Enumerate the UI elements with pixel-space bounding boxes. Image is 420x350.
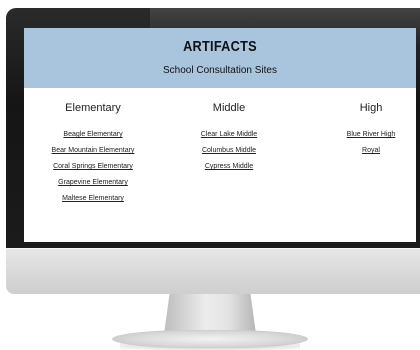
header-banner: ARTIFACTS School Consultation Sites bbox=[24, 28, 416, 88]
monitor-stand-neck bbox=[164, 294, 256, 334]
site-title: ARTIFACTS bbox=[183, 38, 257, 55]
link-list-elementary: Beagle Elementary Bear Mountain Elementa… bbox=[24, 124, 162, 204]
column-heading-middle: Middle bbox=[212, 102, 246, 114]
column-heading-elementary: Elementary bbox=[65, 102, 121, 114]
link-cypress-middle[interactable]: Cypress Middle bbox=[205, 163, 253, 170]
link-columbus-middle[interactable]: Columbus Middle bbox=[202, 147, 256, 154]
link-list-high: Blue River High Royal bbox=[326, 124, 416, 156]
screen: ARTIFACTS School Consultation Sites Elem… bbox=[24, 28, 416, 242]
monitor-chin bbox=[6, 248, 420, 294]
link-coral-springs-elementary[interactable]: Coral Springs Elementary bbox=[53, 163, 133, 170]
column-middle: Middle Clear Lake Middle Columbus Middle… bbox=[162, 101, 296, 172]
site-subtitle: School Consultation Sites bbox=[163, 65, 277, 76]
link-blue-river-high[interactable]: Blue River High bbox=[347, 131, 396, 138]
link-grapevine-elementary[interactable]: Grapevine Elementary bbox=[58, 179, 128, 186]
link-clear-lake-middle[interactable]: Clear Lake Middle bbox=[201, 131, 257, 138]
link-royal[interactable]: Royal bbox=[362, 147, 380, 154]
link-bear-mountain-elementary[interactable]: Bear Mountain Elementary bbox=[52, 147, 135, 154]
monitor-stand-base bbox=[112, 330, 308, 348]
column-high: High Blue River High Royal bbox=[326, 101, 416, 156]
link-maltese-elementary[interactable]: Maltese Elementary bbox=[62, 195, 124, 202]
link-beagle-elementary[interactable]: Beagle Elementary bbox=[63, 131, 122, 138]
link-list-middle: Clear Lake Middle Columbus Middle Cypres… bbox=[162, 124, 296, 172]
column-elementary: Elementary Beagle Elementary Bear Mounta… bbox=[24, 101, 162, 204]
column-heading-high: High bbox=[359, 102, 383, 114]
